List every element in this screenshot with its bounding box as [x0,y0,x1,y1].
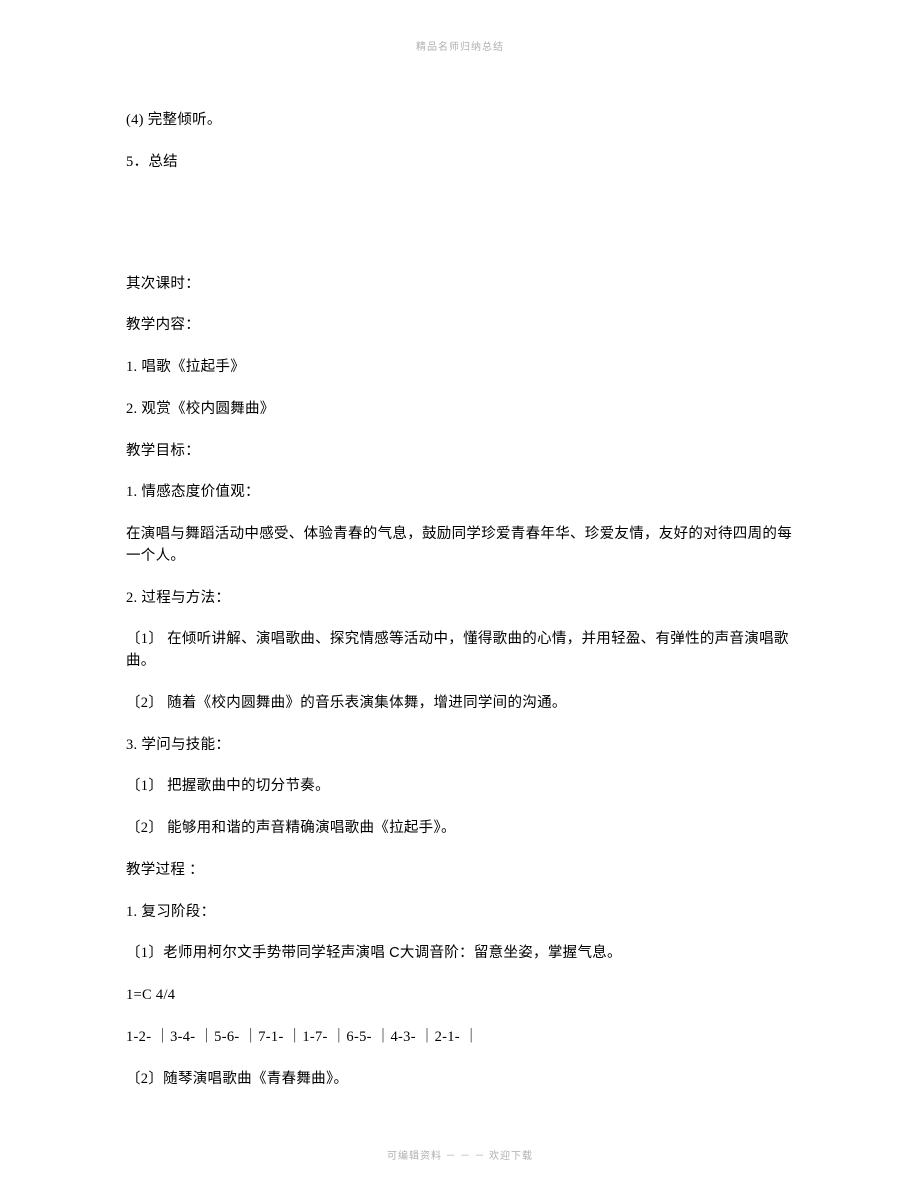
text-line: 〔2〕 随着《校内圆舞曲》的音乐表演集体舞，增进同学间的沟通。 [126,693,794,715]
text-span: C [389,945,400,961]
text-line: 教学目标： [126,441,794,463]
text-span: 大调音阶：留意坐姿，掌握气息。 [400,945,622,961]
text-span: 〔1〕老师用柯尔文手势带同学轻声演唱 [126,945,389,961]
text-line: 〔1〕 在倾听讲解、演唱歌曲、探究情感等活动中，懂得歌曲的心情，并用轻盈、有弹性… [126,629,794,673]
text-line: 1-2- ｜3-4- ｜5-6- ｜7-1- ｜1-7- ｜6-5- ｜4-3-… [126,1027,794,1049]
text-line: 2. 过程与方法： [126,588,794,610]
text-line: 教学过程 ： [126,860,794,882]
header-watermark: 精品名师归纳总结 [0,38,920,53]
text-line: 〔2〕随琴演唱歌曲《青春舞曲》。 [126,1069,794,1091]
text-line: 〔1〕 把握歌曲中的切分节奏。 [126,776,794,798]
document-content: (4) 完整倾听。 5．总结 其次课时： 教学内容： 1. 唱歌《拉起手》 2.… [126,110,794,1110]
text-line: 在演唱与舞蹈活动中感受、体验青春的气息，鼓励同学珍爱青春年华、珍爱友情，友好的对… [126,524,794,568]
text-line: 1=C 4/4 [126,985,794,1007]
text-line: (4) 完整倾听。 [126,110,794,132]
text-line: 教学内容： [126,315,794,337]
text-line: 1. 复习阶段： [126,902,794,924]
text-line: 3. 学问与技能： [126,735,794,757]
text-line: 2. 观赏《校内圆舞曲》 [126,399,794,421]
text-line: 5．总结 [126,152,794,174]
text-line: 1. 情感态度价值观： [126,482,794,504]
text-line: 〔2〕 能够用和谐的声音精确演唱歌曲《拉起手》。 [126,818,794,840]
text-line: 1. 唱歌《拉起手》 [126,357,794,379]
footer-watermark: 可编辑资料 － － － 欢迎下载 [0,1147,920,1162]
text-line: 其次课时： [126,274,794,296]
text-line: 〔1〕老师用柯尔文手势带同学轻声演唱 C大调音阶：留意坐姿，掌握气息。 [126,943,794,965]
